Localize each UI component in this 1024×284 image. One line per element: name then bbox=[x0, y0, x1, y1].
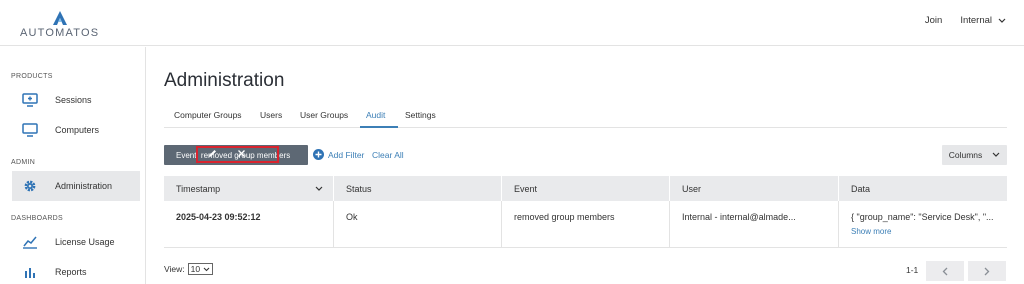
pagination-range: 1-1 bbox=[906, 265, 919, 275]
cell-data: { "group_name": "Service Desk", "... Sho… bbox=[838, 201, 1007, 248]
page-title: Administration bbox=[164, 70, 285, 91]
prev-page-button[interactable] bbox=[926, 261, 964, 281]
sidebar-section-products: PRODUCTS bbox=[11, 73, 53, 80]
sidebar: PRODUCTS Sessions Computers ADMIN Admini… bbox=[0, 47, 146, 284]
chevron-down-icon bbox=[998, 18, 1006, 23]
tab-settings[interactable]: Settings bbox=[405, 110, 436, 120]
columns-label: Columns bbox=[948, 150, 983, 160]
monitor-icon bbox=[21, 121, 39, 139]
logo-wordmark: AUTOMATOS bbox=[20, 27, 100, 39]
column-header-status[interactable]: Status bbox=[333, 176, 501, 201]
tab-computer-groups[interactable]: Computer Groups bbox=[174, 110, 242, 120]
sort-chevron-icon[interactable] bbox=[315, 186, 323, 192]
sidebar-item-label: Computers bbox=[55, 125, 100, 135]
filter-chip-actions bbox=[208, 149, 246, 158]
tab-users[interactable]: Users bbox=[260, 110, 282, 120]
audit-table: Timestamp Status Event User Data 2025-04… bbox=[164, 176, 1007, 248]
sidebar-section-admin: ADMIN bbox=[11, 159, 36, 166]
view-label: View: bbox=[164, 264, 185, 274]
sidebar-item-label: Administration bbox=[55, 181, 113, 191]
join-link[interactable]: Join bbox=[925, 15, 942, 26]
sidebar-item-label: License Usage bbox=[55, 237, 115, 247]
columns-button[interactable]: Columns bbox=[942, 145, 1007, 165]
sessions-icon bbox=[21, 91, 39, 109]
sidebar-item-label: Sessions bbox=[55, 95, 92, 105]
show-more-link[interactable]: Show more bbox=[851, 227, 891, 236]
logo-mark-icon bbox=[53, 11, 67, 25]
bar-chart-icon bbox=[21, 263, 39, 281]
add-filter-button[interactable]: Add Filter bbox=[313, 149, 364, 160]
user-menu[interactable]: Internal bbox=[960, 15, 1006, 26]
top-header: AUTOMATOS Join Internal bbox=[0, 0, 1024, 46]
cell-timestamp: 2025-04-23 09:52:12 bbox=[176, 212, 261, 222]
cell-status: Ok bbox=[333, 201, 501, 248]
sidebar-section-dashboards: DASHBOARDS bbox=[11, 215, 64, 222]
automatos-logo[interactable]: AUTOMATOS bbox=[20, 8, 100, 40]
edit-icon[interactable] bbox=[208, 149, 217, 158]
cell-user: Internal - internal@almade... bbox=[669, 201, 838, 248]
sidebar-item-computers[interactable]: Computers bbox=[12, 115, 140, 145]
column-header-event[interactable]: Event bbox=[501, 176, 669, 201]
sidebar-item-sessions[interactable]: Sessions bbox=[12, 85, 140, 115]
next-page-button[interactable] bbox=[968, 261, 1006, 281]
cell-event: removed group members bbox=[501, 201, 669, 248]
chevron-left-icon bbox=[942, 267, 948, 275]
gear-icon bbox=[21, 177, 39, 195]
plus-circle-icon bbox=[313, 149, 324, 160]
close-icon[interactable] bbox=[237, 149, 246, 158]
clear-all-link[interactable]: Clear All bbox=[372, 150, 404, 160]
tab-bar: Computer Groups Users User Groups Audit … bbox=[164, 104, 1007, 128]
chevron-right-icon bbox=[984, 267, 990, 275]
active-tab-indicator bbox=[360, 126, 398, 128]
user-menu-label: Internal bbox=[960, 15, 992, 26]
tab-audit[interactable]: Audit bbox=[366, 110, 385, 120]
chevron-down-icon bbox=[992, 152, 1000, 157]
page-size-select[interactable]: 10 bbox=[187, 263, 214, 275]
add-filter-label: Add Filter bbox=[328, 149, 365, 160]
sidebar-item-label: Reports bbox=[55, 267, 87, 277]
page-size-control: View: 10 bbox=[164, 263, 214, 275]
chevron-down-icon bbox=[203, 267, 210, 271]
sidebar-item-administration[interactable]: Administration bbox=[12, 171, 140, 201]
table-row[interactable]: 2025-04-23 09:52:12 Ok removed group mem… bbox=[164, 201, 1007, 248]
column-header-data[interactable]: Data bbox=[838, 176, 1007, 201]
license-usage-icon bbox=[21, 233, 39, 251]
column-header-user[interactable]: User bbox=[669, 176, 838, 201]
tab-user-groups[interactable]: User Groups bbox=[300, 110, 348, 120]
sidebar-item-license-usage[interactable]: License Usage bbox=[12, 227, 140, 257]
column-header-timestamp[interactable]: Timestamp bbox=[164, 176, 333, 201]
sidebar-item-reports[interactable]: Reports bbox=[12, 257, 140, 284]
table-header: Timestamp Status Event User Data bbox=[164, 176, 1007, 201]
